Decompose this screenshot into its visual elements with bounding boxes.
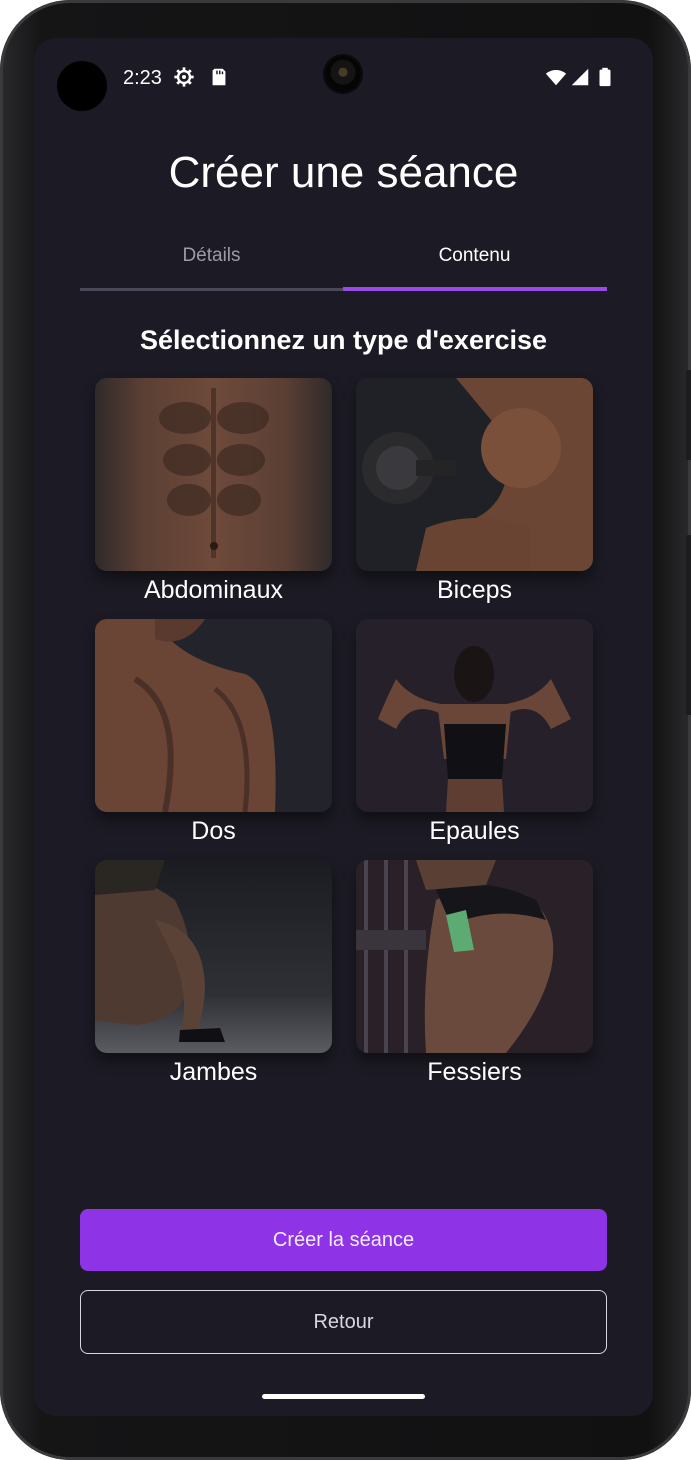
abdominaux-image: [95, 378, 332, 571]
exercise-label: Dos: [191, 817, 236, 845]
tab-indicator: [343, 287, 607, 291]
create-session-button[interactable]: Créer la séance: [80, 1209, 607, 1271]
sd-card-icon: [208, 66, 230, 88]
exercise-label: Epaules: [429, 817, 520, 845]
camera-icon: [325, 56, 361, 92]
exercise-label: Biceps: [436, 576, 513, 604]
settings-icon: [173, 66, 195, 88]
volume-button: [686, 535, 691, 715]
wifi-icon: [544, 66, 567, 88]
dos-image: [95, 619, 332, 812]
section-subtitle: Sélectionnez un type d'exercise: [139, 325, 548, 355]
status-bar: 2:23: [34, 38, 653, 118]
exercise-label: Abdominaux: [144, 576, 283, 604]
epaules-image: [356, 619, 593, 812]
battery-icon: [594, 66, 616, 88]
signal-icon: [569, 66, 591, 88]
fessiers-image: [356, 860, 593, 1053]
exercise-card-biceps[interactable]: Biceps: [356, 378, 593, 614]
back-button[interactable]: Retour: [80, 1290, 607, 1354]
phone-frame: 2:23 Créer une séance Détails Contenu Sé…: [0, 0, 691, 1460]
exercise-card-jambes[interactable]: Jambes: [95, 860, 332, 1096]
biceps-image: [356, 378, 593, 571]
front-sensor: [57, 61, 107, 111]
page-title: Créer une séance: [168, 148, 519, 197]
status-time: 2:23: [123, 67, 162, 89]
exercise-label: Fessiers: [427, 1058, 522, 1086]
tab-details[interactable]: Détails: [80, 234, 343, 290]
exercise-label: Jambes: [169, 1058, 258, 1086]
tab-bar: Détails Contenu: [80, 234, 607, 294]
app-screen: 2:23 Créer une séance Détails Contenu Sé…: [34, 38, 653, 1416]
exercise-card-abdominaux[interactable]: Abdominaux: [95, 378, 332, 614]
tab-content[interactable]: Contenu: [343, 234, 606, 290]
exercise-card-epaules[interactable]: Epaules: [356, 619, 593, 855]
exercise-card-dos[interactable]: Dos: [95, 619, 332, 855]
home-indicator[interactable]: [262, 1394, 425, 1399]
exercise-card-fessiers[interactable]: Fessiers: [356, 860, 593, 1096]
jambes-image: [95, 860, 332, 1053]
power-button: [686, 370, 691, 460]
